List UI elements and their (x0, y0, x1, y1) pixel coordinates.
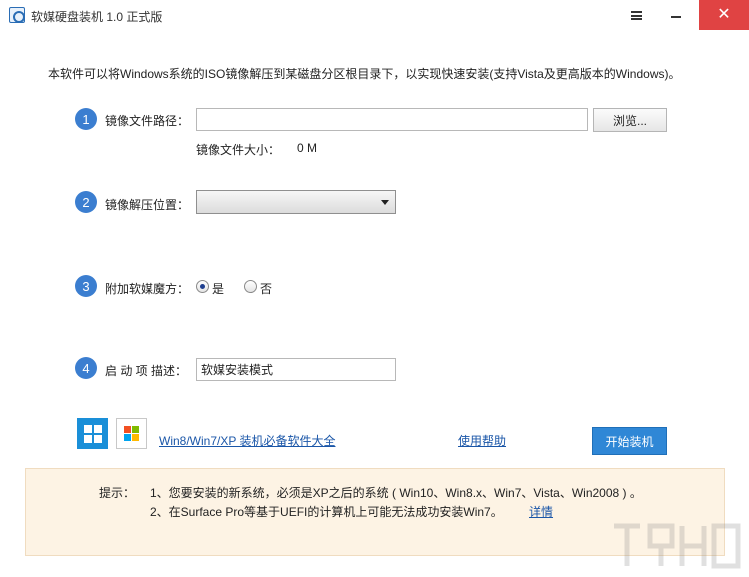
addon-yes-radio[interactable] (196, 280, 209, 293)
details-link[interactable]: 详情 (529, 503, 553, 520)
minimize-icon (671, 16, 681, 18)
addon-no-label: 否 (260, 282, 273, 296)
close-icon: ✕ (717, 6, 731, 23)
step-2-badge: 2 (75, 191, 97, 213)
menu-button[interactable] (620, 0, 652, 30)
tip-label: 提示： (99, 486, 136, 500)
dropdown-arrow-icon (381, 200, 389, 205)
menu-icon (630, 10, 642, 20)
browse-button[interactable]: 浏览... (593, 108, 667, 132)
help-link[interactable]: 使用帮助 (458, 432, 506, 449)
extract-location-select[interactable] (196, 190, 396, 214)
title-bar: 软媒硬盘装机 1.0 正式版 ✕ (0, 0, 749, 30)
step-3-badge: 3 (75, 275, 97, 297)
windows7-logo-icon (116, 418, 147, 449)
tip-line-1: 1、您要安装的新系统，必须是XP之后的系统 ( Win10、Win8.x、Win… (150, 486, 642, 500)
addon-yes-label: 是 (212, 282, 225, 296)
addon-no-radio[interactable] (244, 280, 257, 293)
image-path-input[interactable] (196, 108, 588, 131)
software-collection-link[interactable]: Win8/Win7/XP 装机必备软件大全 (159, 432, 335, 449)
image-size-label: 镜像文件大小： (196, 143, 281, 157)
boot-description-input[interactable] (196, 358, 396, 381)
step-1-label: 镜像文件路径： (105, 114, 190, 128)
step-4-badge: 4 (75, 357, 97, 379)
window-title: 软媒硬盘装机 1.0 正式版 (31, 10, 163, 24)
start-install-button[interactable]: 开始装机 (592, 427, 667, 455)
minimize-button[interactable] (660, 0, 692, 30)
windows8-logo-icon (77, 418, 108, 449)
step-1-badge: 1 (75, 108, 97, 130)
intro-text: 本软件可以将Windows系统的ISO镜像解压到某磁盘分区根目录下，以实现快速安… (48, 67, 681, 81)
step-2-label: 镜像解压位置： (105, 198, 190, 212)
step-3-label: 附加软媒魔方： (105, 282, 190, 296)
watermark-logo (614, 523, 741, 569)
app-icon (9, 7, 25, 23)
close-button[interactable]: ✕ (699, 0, 749, 30)
step-4-label: 启 动 项 描述： (105, 364, 188, 378)
image-size-value: 0 M (297, 141, 318, 155)
tip-line-2: 2、在Surface Pro等基于UEFI的计算机上可能无法成功安装Win7。 (150, 505, 503, 519)
